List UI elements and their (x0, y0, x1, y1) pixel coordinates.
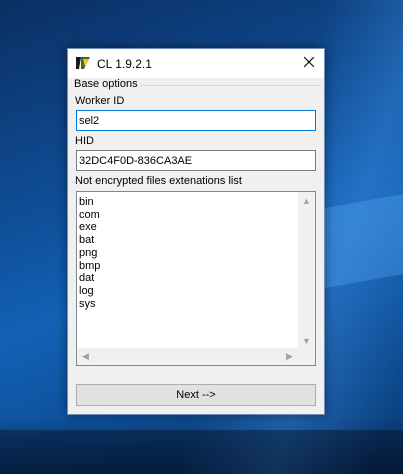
list-item[interactable]: log (79, 285, 299, 298)
scroll-corner (298, 348, 315, 365)
taskbar-shadow (0, 430, 403, 474)
app-window: CL 1.9.2.1 Base options Worker ID HID No… (67, 48, 325, 415)
list-item[interactable]: sys (79, 298, 299, 311)
next-button[interactable]: Next --> (76, 384, 316, 406)
scroll-up-icon[interactable]: ▲ (298, 192, 315, 209)
list-item[interactable]: com (79, 209, 299, 222)
group-title: Base options (72, 78, 140, 90)
list-item[interactable]: png (79, 247, 299, 260)
title-bar[interactable]: CL 1.9.2.1 (68, 49, 324, 78)
vertical-scrollbar[interactable]: ▲ ▼ (298, 192, 315, 349)
list-item[interactable]: bin (79, 196, 299, 209)
horizontal-scrollbar[interactable]: ◀ ▶ (77, 348, 298, 365)
list-item[interactable]: exe (79, 221, 299, 234)
close-button[interactable] (294, 49, 324, 78)
scroll-right-icon[interactable]: ▶ (281, 348, 298, 365)
worker-id-input[interactable] (76, 110, 316, 131)
app-logo-icon (75, 55, 91, 71)
list-item[interactable]: bat (79, 234, 299, 247)
list-item[interactable]: dat (79, 272, 299, 285)
list-item[interactable]: bmp (79, 260, 299, 273)
worker-id-label: Worker ID (75, 95, 125, 107)
window-title: CL 1.9.2.1 (97, 57, 152, 71)
hid-label: HID (75, 135, 94, 147)
scroll-down-icon[interactable]: ▼ (298, 332, 315, 349)
extensions-list-items: bin com exe bat png bmp dat log sys (79, 196, 299, 310)
hid-field[interactable] (76, 150, 316, 171)
scroll-left-icon[interactable]: ◀ (77, 348, 94, 365)
extensions-list[interactable]: bin com exe bat png bmp dat log sys ▲ ▼ ◀ ▶ (76, 191, 316, 366)
extensions-label: Not encrypted files extenations list (75, 175, 242, 187)
close-icon (303, 56, 315, 70)
